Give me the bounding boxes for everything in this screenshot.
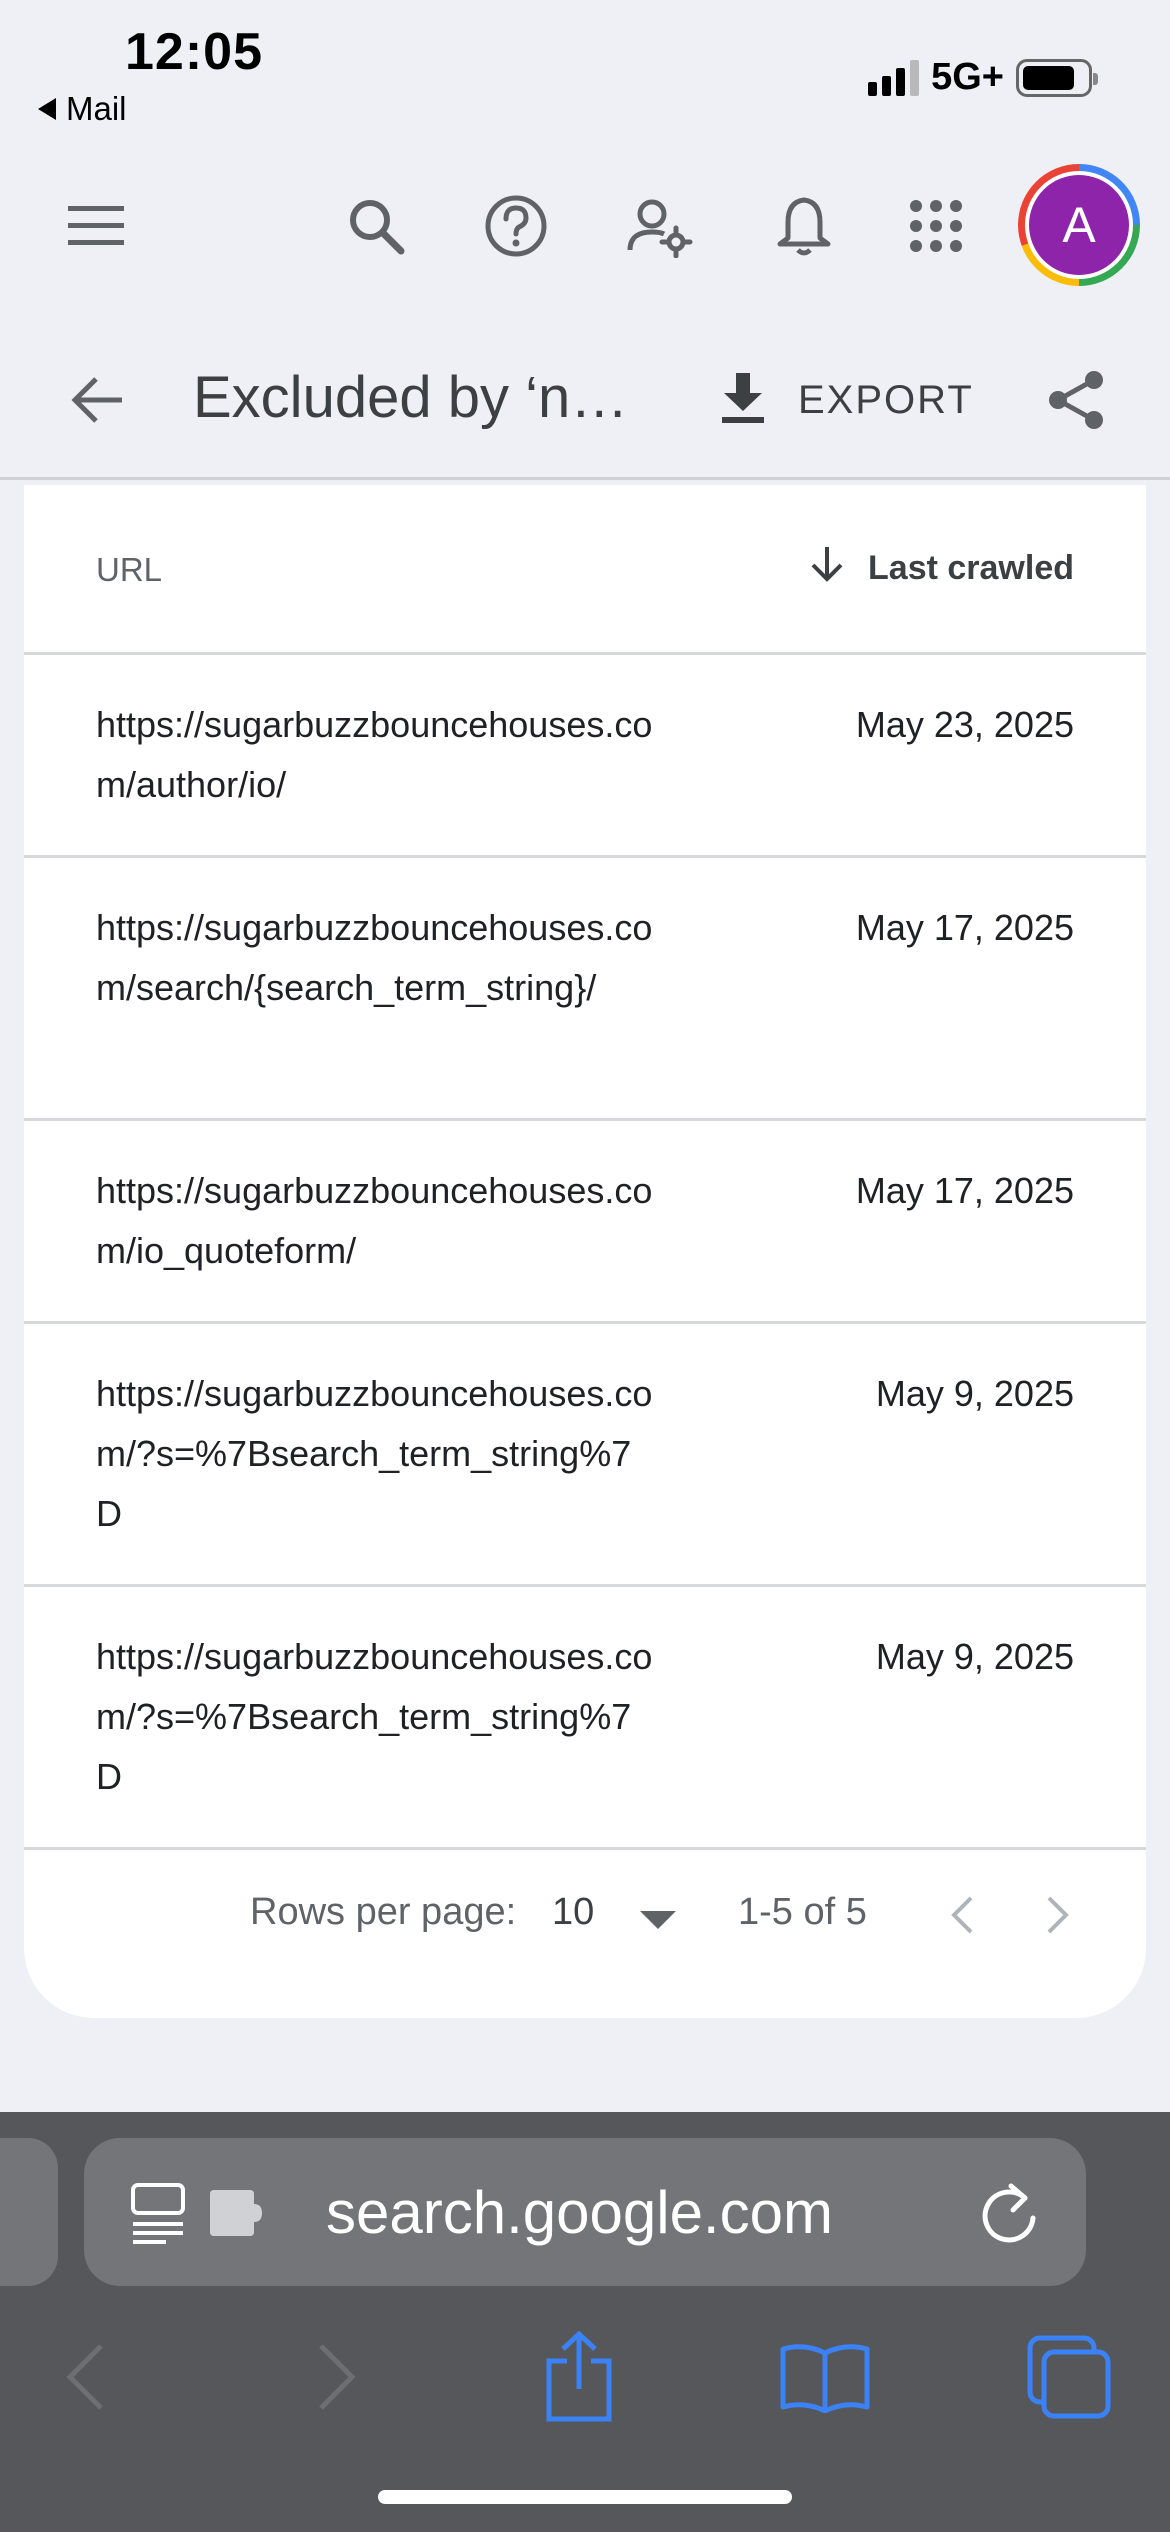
page-title: Excluded by ‘n…: [193, 365, 629, 430]
row-url: https://sugarbuzzbouncehouses.com/author…: [96, 704, 653, 805]
notifications-icon[interactable]: [766, 188, 842, 264]
browser-bottom-bar: search.google.com: [0, 2112, 1170, 2532]
cellular-signal-icon: [868, 59, 920, 96]
browser-toolbar: [0, 2302, 1170, 2452]
bookmarks-icon[interactable]: [770, 2322, 880, 2432]
row-date: May 9, 2025: [875, 1636, 1074, 1677]
table-row[interactable]: https://sugarbuzzbouncehouses.com/?s=%7B…: [24, 1587, 1146, 1850]
export-label: EXPORT: [798, 377, 974, 422]
table-row[interactable]: https://sugarbuzzbouncehouses.com/author…: [24, 655, 1146, 858]
page-header: Excluded by ‘n… EXPORT: [0, 330, 1170, 480]
status-time: 12:05: [125, 23, 263, 81]
browser-back-icon[interactable]: [30, 2322, 140, 2432]
sort-descending-icon: [810, 545, 844, 592]
table-pagination: Rows per page: 10 1-5 of 5: [24, 1851, 1146, 1981]
back-to-mail-link[interactable]: Mail: [38, 90, 127, 128]
last-crawled-label: Last crawled: [868, 549, 1074, 587]
row-url: https://sugarbuzzbouncehouses.com/io_quo…: [96, 1170, 653, 1271]
extension-icon[interactable]: [206, 2186, 266, 2245]
share-icon[interactable]: [1036, 360, 1116, 440]
rows-per-page-label: Rows per page:: [250, 1891, 517, 1933]
account-avatar[interactable]: A: [1018, 164, 1140, 286]
url-table-card: URL Last crawled https://sugarbuzzbounce…: [24, 485, 1146, 2018]
search-icon[interactable]: [338, 188, 414, 264]
avatar-letter: A: [1029, 175, 1129, 275]
column-header-last-crawled[interactable]: Last crawled: [810, 545, 1074, 592]
share-sheet-icon[interactable]: [524, 2322, 634, 2432]
table-row[interactable]: https://sugarbuzzbouncehouses.com/io_quo…: [24, 1121, 1146, 1324]
column-header-url[interactable]: URL: [96, 551, 162, 589]
row-date: May 17, 2025: [855, 907, 1074, 948]
back-arrow-icon[interactable]: [58, 360, 138, 440]
status-indicators: 5G+: [868, 56, 1098, 99]
row-date: May 17, 2025: [855, 1170, 1074, 1211]
row-date: May 23, 2025: [855, 704, 1074, 745]
browser-forward-icon[interactable]: [282, 2322, 392, 2432]
back-triangle-icon: [38, 98, 56, 120]
apps-icon[interactable]: [898, 188, 974, 264]
dropdown-caret-icon[interactable]: [640, 1911, 676, 1929]
rows-per-page-select[interactable]: 10: [552, 1891, 594, 1934]
back-to-mail-label: Mail: [66, 90, 127, 127]
chevron-left-icon: [951, 1896, 973, 1934]
row-url: https://sugarbuzzbouncehouses.com/?s=%7B…: [96, 1636, 653, 1797]
row-date: May 9, 2025: [875, 1373, 1074, 1414]
previous-page-button[interactable]: [932, 1877, 992, 1953]
url-text: search.google.com: [326, 2179, 833, 2246]
network-type: 5G+: [931, 56, 1004, 98]
help-icon[interactable]: [478, 188, 554, 264]
table-header: URL Last crawled: [24, 485, 1146, 655]
home-indicator: [378, 2490, 792, 2504]
row-url: https://sugarbuzzbouncehouses.com/search…: [96, 907, 653, 1008]
address-bar[interactable]: search.google.com: [84, 2138, 1086, 2286]
export-button[interactable]: EXPORT: [720, 360, 974, 440]
menu-icon[interactable]: [58, 188, 134, 264]
table-row[interactable]: https://sugarbuzzbouncehouses.com/?s=%7B…: [24, 1324, 1146, 1587]
tabs-icon[interactable]: [1014, 2322, 1124, 2432]
download-icon: [720, 371, 766, 430]
battery-icon: [1016, 58, 1098, 97]
app-toolbar: [0, 160, 1170, 290]
manage-users-icon[interactable]: [622, 188, 698, 264]
pagination-range: 1-5 of 5: [738, 1891, 867, 1933]
previous-tab-preview[interactable]: [0, 2138, 58, 2286]
status-bar: 12:05 Mail 5G+: [0, 0, 1170, 150]
table-row[interactable]: https://sugarbuzzbouncehouses.com/search…: [24, 858, 1146, 1121]
reader-view-icon[interactable]: [130, 2182, 186, 2249]
reload-icon[interactable]: [974, 2176, 1046, 2248]
chevron-right-icon: [1047, 1896, 1069, 1934]
next-page-button[interactable]: [1028, 1877, 1088, 1953]
row-url: https://sugarbuzzbouncehouses.com/?s=%7B…: [96, 1373, 653, 1534]
